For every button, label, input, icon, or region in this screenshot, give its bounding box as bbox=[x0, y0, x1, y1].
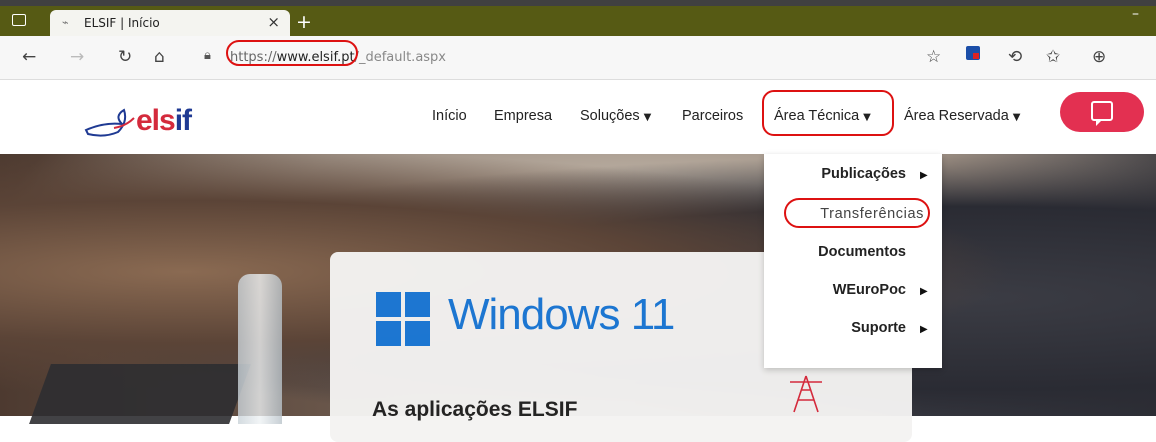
tab-strip: ⌁ ELSIF | Início × + – bbox=[0, 0, 1156, 36]
dropdown-item-weuropoc[interactable]: WEuroPoc bbox=[833, 282, 906, 298]
nav-area-reservada[interactable]: Área Reservada ▼ bbox=[904, 108, 1020, 124]
close-tab-icon[interactable]: × bbox=[267, 13, 280, 31]
nav-label: Parceiros bbox=[682, 108, 744, 124]
area-tecnica-dropdown: Publicações ▶ Transferências Documentos … bbox=[764, 154, 942, 368]
back-icon[interactable]: ← bbox=[22, 48, 36, 66]
dropdown-item-label: Publicações bbox=[821, 166, 906, 182]
home-icon[interactable]: ⌂ bbox=[154, 48, 165, 66]
chevron-right-icon: ▶ bbox=[920, 286, 928, 297]
dropdown-item-publicacoes[interactable]: Publicações bbox=[821, 166, 906, 182]
windows-logo-icon bbox=[376, 292, 430, 346]
reload-icon[interactable]: ↻ bbox=[118, 48, 132, 66]
url-path: /_default.aspx bbox=[354, 50, 447, 65]
nav-label: Empresa bbox=[494, 108, 553, 124]
tower-icon bbox=[790, 375, 822, 413]
chevron-down-icon: ▼ bbox=[1012, 112, 1021, 123]
nav-parceiros[interactable]: Parceiros bbox=[682, 108, 743, 124]
elsif-logo[interactable]: elsif bbox=[84, 104, 254, 144]
logo-accent-text: if bbox=[174, 104, 192, 137]
collections-icon[interactable]: ⊕ bbox=[1092, 48, 1106, 66]
chat-button[interactable] bbox=[1060, 92, 1144, 132]
nav-highlight-circle bbox=[762, 90, 894, 136]
browser-tab[interactable]: ⌁ ELSIF | Início × bbox=[50, 10, 290, 36]
chevron-right-icon: ▶ bbox=[920, 324, 928, 335]
tab-actions-icon[interactable] bbox=[12, 14, 26, 26]
nav-inicio[interactable]: Início bbox=[432, 108, 467, 124]
site-favicon-icon: ⌁ bbox=[62, 16, 69, 29]
hero-photo-bottle bbox=[238, 274, 282, 424]
url-highlight-circle bbox=[226, 40, 358, 66]
nav-label: Início bbox=[432, 108, 467, 124]
nav-empresa[interactable]: Empresa bbox=[494, 108, 552, 124]
logo-main-text: els bbox=[136, 104, 176, 137]
nav-label: Soluções bbox=[580, 108, 640, 124]
dropdown-item-suporte[interactable]: Suporte bbox=[851, 320, 906, 336]
chevron-right-icon: ▶ bbox=[920, 170, 928, 181]
favorite-star-icon[interactable]: ☆ bbox=[926, 48, 941, 66]
minimize-icon[interactable]: – bbox=[1132, 6, 1139, 22]
copilot-icon[interactable]: ⟲ bbox=[1008, 48, 1022, 66]
forward-icon: → bbox=[70, 47, 85, 67]
browser-toolbar: ← → ↻ ⌂ 🔒︎ https://www.elsif.pt/_default… bbox=[0, 36, 1156, 80]
dropdown-item-label: Suporte bbox=[851, 320, 906, 336]
lock-icon[interactable]: 🔒︎ bbox=[204, 48, 211, 63]
chevron-down-icon: ▼ bbox=[643, 112, 652, 123]
nav-label: Área Reservada bbox=[904, 108, 1009, 124]
hero-photo-laptop bbox=[29, 364, 251, 424]
hero-headline: As aplicações ELSIF bbox=[372, 398, 578, 421]
nav-solucoes[interactable]: Soluções ▼ bbox=[580, 108, 651, 124]
dropdown-item-documentos[interactable]: Documentos bbox=[818, 244, 906, 260]
new-tab-icon[interactable]: + bbox=[296, 11, 312, 33]
dropdown-item-label: WEuroPoc bbox=[832, 282, 906, 298]
chat-icon bbox=[1091, 101, 1113, 126]
dropdown-item-label: Documentos bbox=[818, 244, 906, 260]
site-header: elsif Início Empresa Soluções ▼ Parceiros… bbox=[0, 80, 1156, 154]
logo-text: elsif bbox=[136, 104, 192, 138]
transferencias-highlight-circle bbox=[784, 198, 930, 228]
favorites-icon[interactable]: ✩ bbox=[1046, 48, 1060, 66]
bird-icon bbox=[84, 108, 135, 137]
tab-title: ELSIF | Início bbox=[84, 16, 160, 30]
product-name: Windows 11 bbox=[448, 290, 675, 339]
extension-icon[interactable] bbox=[966, 46, 980, 60]
